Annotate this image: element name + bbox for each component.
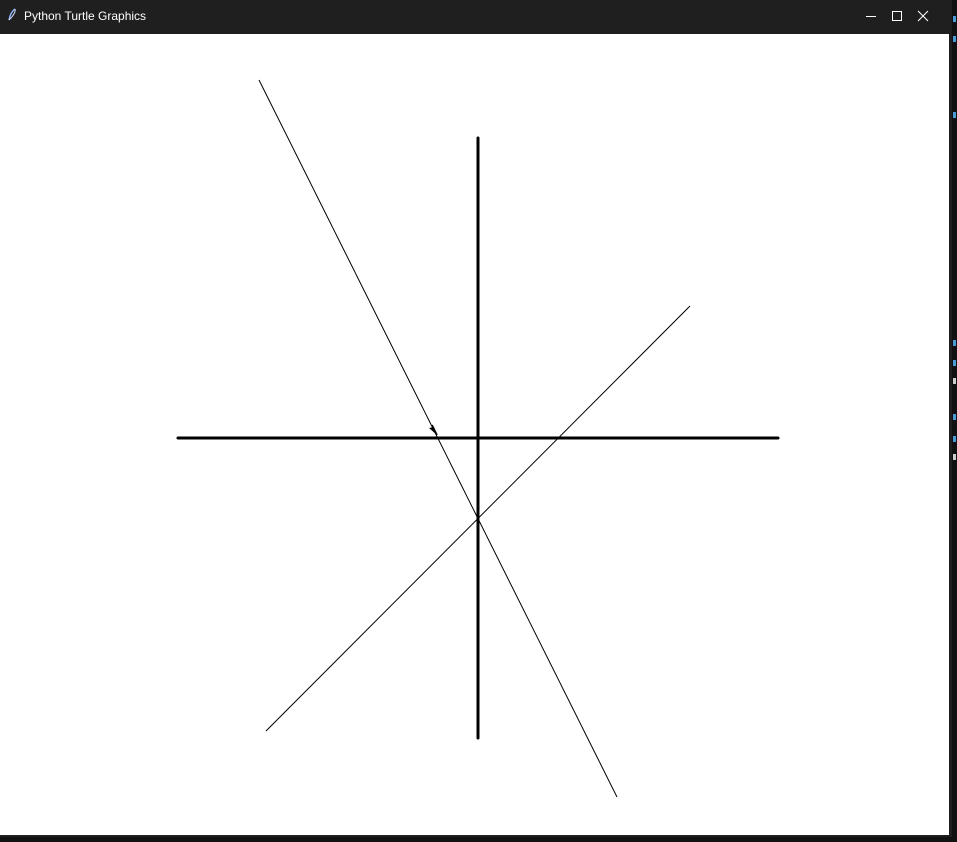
minimize-button[interactable] xyxy=(858,0,884,32)
editor-edge-mark xyxy=(953,340,956,346)
close-icon xyxy=(917,10,929,22)
turtle-window: Python Turtle Graphics xyxy=(0,0,952,837)
editor-edge-mark xyxy=(953,378,956,384)
editor-edge-mark xyxy=(953,16,956,22)
editor-edge-mark xyxy=(953,360,956,366)
window-title: Python Turtle Graphics xyxy=(24,9,147,23)
maximize-button[interactable] xyxy=(884,0,910,32)
close-button[interactable] xyxy=(910,0,936,32)
title-bar[interactable]: Python Turtle Graphics xyxy=(0,0,952,32)
turtle-canvas[interactable] xyxy=(0,34,949,835)
drawing-surface xyxy=(176,79,780,798)
editor-edge-mark xyxy=(953,112,956,118)
background-bottom-edge xyxy=(0,837,957,842)
editor-edge-mark xyxy=(953,454,956,460)
editor-edge-mark xyxy=(953,36,956,42)
arrow-cursor-icon xyxy=(429,424,438,436)
feather-icon xyxy=(6,8,18,22)
minimize-icon xyxy=(866,16,876,17)
editor-edge-mark xyxy=(953,414,956,420)
editor-edge-mark xyxy=(953,436,956,442)
maximize-icon xyxy=(892,11,902,21)
background-editor-edge xyxy=(952,0,957,842)
